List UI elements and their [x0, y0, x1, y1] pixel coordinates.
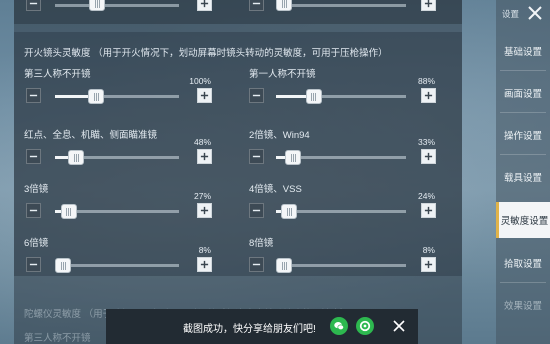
increase-button[interactable] — [197, 88, 212, 103]
slider-thumb[interactable] — [281, 204, 298, 219]
decrease-button[interactable] — [249, 149, 264, 164]
slider-label: 红点、全息、机瞄、侧面瞄准镜 — [24, 130, 158, 141]
slider-thumb[interactable] — [60, 204, 77, 219]
slider-value: 27% — [193, 191, 211, 201]
slider-thumb[interactable] — [305, 89, 322, 104]
slider-thumb[interactable] — [55, 258, 71, 273]
wechat-share-icon[interactable] — [330, 317, 348, 335]
increase-button[interactable] — [197, 149, 212, 164]
sidebar-item-controls[interactable]: 操作设置 — [496, 117, 550, 153]
slider-track[interactable] — [55, 258, 179, 273]
increase-button[interactable] — [421, 88, 436, 103]
increase-button[interactable] — [197, 203, 212, 218]
decrease-button[interactable] — [249, 257, 264, 272]
slider-track[interactable] — [276, 258, 406, 273]
slider-value: 8% — [198, 245, 211, 255]
screenshot-toast: 截图成功，快分享给朋友们吧! — [106, 309, 418, 344]
next-section-first-label: 第三人称不开镜 — [24, 333, 91, 344]
slider-label: 4倍镜、VSS — [249, 184, 302, 195]
top-slider-thumb-left[interactable] — [89, 0, 105, 11]
slider-thumb[interactable] — [88, 89, 105, 104]
slider-value: 100% — [189, 76, 211, 86]
sidebar-divider — [500, 112, 546, 113]
decrease-button[interactable] — [26, 257, 41, 272]
sidebar-header: 设置 — [502, 9, 520, 19]
slider-label: 第一人称不开镜 — [249, 69, 316, 80]
top-plus-button-left[interactable] — [197, 0, 212, 11]
slider-value: 33% — [417, 137, 435, 147]
moments-share-icon[interactable] — [356, 317, 374, 335]
slider-thumb[interactable] — [68, 150, 85, 165]
sidebar-item-graphics[interactable]: 画面设置 — [496, 75, 550, 111]
sidebar-item-effects[interactable]: 效果设置 — [496, 287, 550, 323]
sidebar-item-basic[interactable]: 基础设置 — [496, 33, 550, 69]
sidebar-divider — [500, 154, 546, 155]
slider-value: 8% — [422, 245, 435, 255]
slider-label: 8倍镜 — [249, 238, 274, 249]
slider-value: 48% — [193, 137, 211, 147]
decrease-button[interactable] — [26, 88, 41, 103]
slider-track[interactable] — [55, 204, 179, 219]
top-slider-track-left[interactable] — [55, 0, 179, 11]
slider-label: 2倍镜、Win94 — [249, 130, 310, 141]
slider-track[interactable] — [276, 204, 406, 219]
toast-close-icon[interactable] — [392, 319, 406, 333]
slider-label: 第三人称不开镜 — [24, 69, 91, 80]
sidebar-item-vehicle[interactable]: 载具设置 — [496, 159, 550, 195]
slider-label: 3倍镜 — [24, 184, 49, 195]
slider-track[interactable] — [276, 89, 406, 104]
increase-button[interactable] — [197, 257, 212, 272]
top-slider-thumb-right[interactable] — [276, 0, 292, 11]
increase-button[interactable] — [421, 257, 436, 272]
slider-fill — [276, 95, 310, 98]
increase-button[interactable] — [421, 203, 436, 218]
slider-track[interactable] — [276, 150, 406, 165]
sidebar-item-sensitivity[interactable]: 灵敏度设置 — [496, 202, 550, 238]
toast-message: 截图成功，快分享给朋友们吧! — [183, 324, 316, 335]
slider-thumb[interactable] — [285, 150, 301, 165]
sidebar-item-pickup[interactable]: 拾取设置 — [496, 245, 550, 281]
top-slider-track-right[interactable] — [276, 0, 406, 11]
decrease-button[interactable] — [26, 149, 41, 164]
decrease-button[interactable] — [26, 203, 41, 218]
close-icon[interactable] — [525, 3, 545, 23]
slider-value: 24% — [417, 191, 435, 201]
sidebar-divider — [500, 282, 546, 283]
slider-track[interactable] — [55, 150, 179, 165]
slider-thumb[interactable] — [276, 258, 292, 273]
slider-track[interactable] — [55, 89, 179, 104]
sidebar-divider — [500, 70, 546, 71]
top-plus-button-right[interactable] — [421, 0, 436, 11]
top-minus-button-right[interactable] — [249, 0, 264, 11]
section-title: 开火镜头灵敏度 （用于开火情况下，划动屏幕时镜头转动的灵敏度，可用于压枪操作） — [24, 48, 388, 59]
increase-button[interactable] — [421, 149, 436, 164]
decrease-button[interactable] — [249, 203, 264, 218]
decrease-button[interactable] — [249, 88, 264, 103]
slider-fill — [55, 95, 93, 98]
top-minus-button-left[interactable] — [26, 0, 41, 11]
slider-value: 88% — [417, 76, 435, 86]
slider-label: 6倍镜 — [24, 238, 49, 249]
